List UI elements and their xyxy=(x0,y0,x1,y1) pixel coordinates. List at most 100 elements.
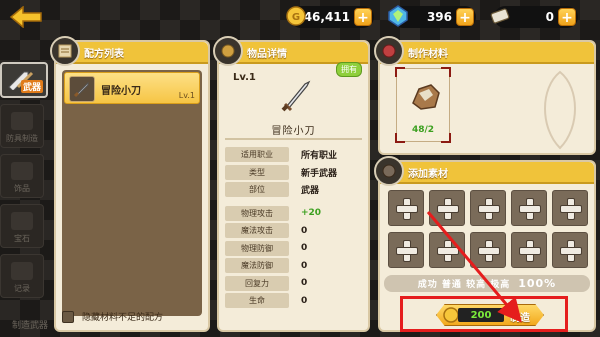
decorative-ornament xyxy=(544,70,576,150)
add-materials-header: 添加素材 xyxy=(374,156,594,186)
recipe-level: Lv.1 xyxy=(178,91,195,100)
stat-key: 生命 xyxy=(225,293,289,308)
dagger-icon xyxy=(69,76,95,102)
tab-armor[interactable]: 防具制造 xyxy=(0,104,44,148)
item-detail-panel: 物品详情 Lv.1 拥有 冒险小刀 适用职业 所有职业 类型 新手武器 部位 武… xyxy=(213,36,370,332)
detail-icon xyxy=(213,36,243,66)
add-slot-button[interactable] xyxy=(511,232,547,268)
stat-row: 魔法攻击 0 xyxy=(225,222,362,239)
add-slot-button[interactable] xyxy=(429,190,465,226)
gem-counter: 396 + xyxy=(388,5,476,28)
add-slot-button[interactable] xyxy=(511,190,547,226)
stat-key: 物理攻击 xyxy=(225,205,289,221)
stat-value: +20 xyxy=(301,208,322,218)
ticket-value: 0 xyxy=(545,10,554,24)
plus-icon xyxy=(437,198,459,220)
back-button[interactable] xyxy=(6,5,46,29)
back-arrow-icon xyxy=(9,6,42,28)
tab-accessory[interactable]: 饰品 xyxy=(0,154,44,198)
stat-key: 适用职业 xyxy=(225,147,289,162)
plus-icon xyxy=(519,240,541,262)
item-level: Lv.1 xyxy=(233,72,256,83)
divider xyxy=(225,138,362,140)
tab-weapon[interactable]: 武器 xyxy=(0,62,48,98)
plus-icon xyxy=(478,240,500,262)
owned-badge: 拥有 xyxy=(336,62,362,77)
add-gem-button[interactable]: + xyxy=(456,8,474,26)
add-slot-button[interactable] xyxy=(388,232,424,268)
recipe-item[interactable]: 冒险小刀 Lv.1 xyxy=(64,72,200,104)
stat-row: 回复力 0 xyxy=(225,275,362,292)
stat-key: 物理防御 xyxy=(225,240,289,256)
ticket-icon xyxy=(488,4,512,28)
record-icon xyxy=(11,262,33,280)
stat-value: 武器 xyxy=(301,186,320,196)
stat-row: 部位 武器 xyxy=(225,181,362,198)
materials-header: 制作材料 xyxy=(374,36,594,66)
gold-value: 46,411 xyxy=(303,10,350,24)
stat-row: 魔法防御 0 xyxy=(225,257,362,274)
plus-icon xyxy=(396,198,418,220)
gold-counter: G 46,411 + xyxy=(286,6,374,28)
stat-value: 0 xyxy=(301,225,308,236)
add-slot-button[interactable] xyxy=(470,190,506,226)
add-ticket-button[interactable]: + xyxy=(558,8,576,26)
stat-row: 生命 0 xyxy=(225,292,362,309)
plus-icon xyxy=(560,240,582,262)
gold-coin-icon: G xyxy=(284,4,308,28)
hide-insufficient-row[interactable]: 隐藏材料不足的配方 xyxy=(62,310,163,323)
armor-icon xyxy=(11,112,33,130)
materials-panel: 制作材料 48/2 xyxy=(374,36,596,155)
gem-icon xyxy=(386,4,410,28)
stat-key: 部位 xyxy=(225,182,289,197)
success-rate-percent: 100% xyxy=(518,277,557,290)
gem-tab-icon xyxy=(11,212,33,230)
gem-value: 396 xyxy=(426,10,452,24)
item-name: 冒险小刀 xyxy=(271,126,316,137)
add-slot-button[interactable] xyxy=(470,232,506,268)
category-tabs: 武器 防具制造 饰品 宝石 记录 xyxy=(0,62,50,304)
stat-value: 0 xyxy=(301,260,308,271)
recipe-list-header: 配方列表 xyxy=(50,36,208,66)
stat-value: 0 xyxy=(301,243,308,253)
stat-key: 类型 xyxy=(225,164,289,180)
ore-icon xyxy=(412,84,440,110)
recipe-list[interactable]: 冒险小刀 Lv.1 xyxy=(62,70,202,316)
tab-record[interactable]: 记录 xyxy=(0,254,44,298)
stat-value: 0 xyxy=(301,278,308,288)
accessory-icon xyxy=(11,162,33,180)
recipe-name: 冒险小刀 xyxy=(101,86,141,97)
tab-accessory-label: 饰品 xyxy=(14,184,30,193)
stat-row: 适用职业 所有职业 xyxy=(225,146,362,163)
material-count: 48/2 xyxy=(411,125,435,135)
tab-gem[interactable]: 宝石 xyxy=(0,204,44,248)
materials-icon xyxy=(374,36,404,66)
add-slot-button[interactable] xyxy=(388,190,424,226)
plus-icon xyxy=(560,198,582,220)
stat-row: 类型 新手武器 xyxy=(225,164,362,181)
plus-icon xyxy=(437,240,459,262)
tab-weapon-label: 武器 xyxy=(20,80,43,93)
dagger-icon xyxy=(281,80,311,112)
stat-value: 0 xyxy=(301,295,308,306)
stat-value: 所有职业 xyxy=(301,151,338,161)
hide-insufficient-checkbox[interactable] xyxy=(62,310,74,323)
item-detail-header: 物品详情 xyxy=(213,36,368,66)
stat-row: 物理防御 0 xyxy=(225,240,362,257)
add-slot-button[interactable] xyxy=(429,232,465,268)
tab-gem-label: 宝石 xyxy=(14,234,30,243)
tab-record-label: 记录 xyxy=(14,284,30,293)
recipe-list-panel: 配方列表 冒险小刀 Lv.1 隐藏材料不足的配方 xyxy=(50,36,210,332)
material-slot[interactable]: 48/2 xyxy=(395,67,451,143)
add-gold-button[interactable]: + xyxy=(354,8,372,26)
craft-weapon-label: 制造武器 xyxy=(12,321,49,331)
top-bar: G 46,411 + 396 + 0 + xyxy=(0,0,600,34)
stat-value: 新手武器 xyxy=(301,168,338,179)
add-slot-button[interactable] xyxy=(552,190,588,226)
add-materials-title: 添加素材 xyxy=(408,168,448,180)
recipe-list-title: 配方列表 xyxy=(84,48,124,60)
ticket-counter: 0 + xyxy=(490,6,578,28)
stat-key: 魔法攻击 xyxy=(225,223,289,238)
plus-icon xyxy=(519,198,541,220)
add-slot-button[interactable] xyxy=(552,232,588,268)
